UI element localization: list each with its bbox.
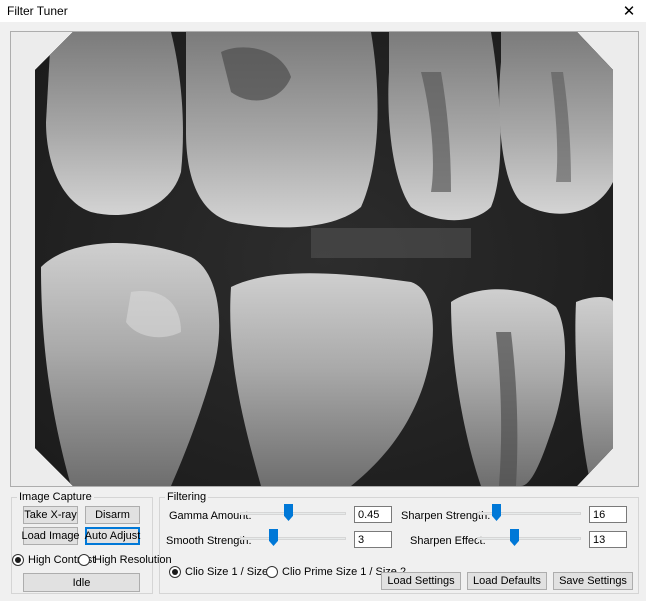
title-bar: Filter Tuner ✕: [0, 0, 646, 22]
load-settings-button[interactable]: Load Settings: [381, 572, 461, 590]
filtering-legend: Filtering: [167, 491, 207, 503]
slider-track: [477, 537, 581, 540]
slider-track: [240, 537, 346, 540]
auto-adjust-button[interactable]: Auto Adjust: [85, 527, 140, 545]
radio-checked-icon: [12, 554, 24, 566]
sensor-clio-label: Clio Size 1 / Size 2: [185, 566, 278, 578]
gamma-amount-input[interactable]: 0.45: [354, 506, 392, 523]
slider-thumb[interactable]: [492, 504, 501, 521]
slider-thumb[interactable]: [510, 529, 519, 546]
load-image-button[interactable]: Load Image: [21, 527, 80, 545]
radio-unchecked-icon: [78, 554, 90, 566]
close-button[interactable]: ✕: [612, 0, 646, 22]
slider-thumb[interactable]: [269, 529, 278, 546]
radio-unchecked-icon: [266, 566, 278, 578]
disarm-button[interactable]: Disarm: [85, 506, 140, 524]
sharpen-effect-slider[interactable]: [477, 529, 581, 547]
take-xray-button[interactable]: Take X-ray: [23, 506, 78, 524]
smooth-strength-input[interactable]: 3: [354, 531, 392, 548]
xray-image-viewer[interactable]: [10, 31, 639, 487]
sharpen-strength-input[interactable]: 16: [589, 506, 627, 523]
smooth-strength-label: Smooth Strength:: [166, 535, 252, 547]
smooth-strength-slider[interactable]: [240, 529, 346, 547]
image-capture-legend: Image Capture: [19, 491, 92, 503]
gamma-amount-slider[interactable]: [240, 504, 346, 522]
window-title: Filter Tuner: [7, 4, 68, 18]
sensor-clio-radio[interactable]: Clio Size 1 / Size 2: [169, 566, 277, 578]
sharpen-strength-slider[interactable]: [477, 504, 581, 522]
close-icon: ✕: [622, 3, 636, 20]
capture-status-display: Idle: [23, 573, 140, 592]
slider-track: [240, 512, 346, 515]
save-settings-button[interactable]: Save Settings: [553, 572, 633, 590]
slider-thumb[interactable]: [284, 504, 293, 521]
radio-checked-icon: [169, 566, 181, 578]
sharpen-effect-label: Sharpen Effect:: [410, 535, 486, 547]
load-defaults-button[interactable]: Load Defaults: [467, 572, 547, 590]
xray-image: [35, 32, 613, 486]
sharpen-effect-input[interactable]: 13: [589, 531, 627, 548]
high-resolution-radio[interactable]: High Resolution: [78, 554, 172, 566]
